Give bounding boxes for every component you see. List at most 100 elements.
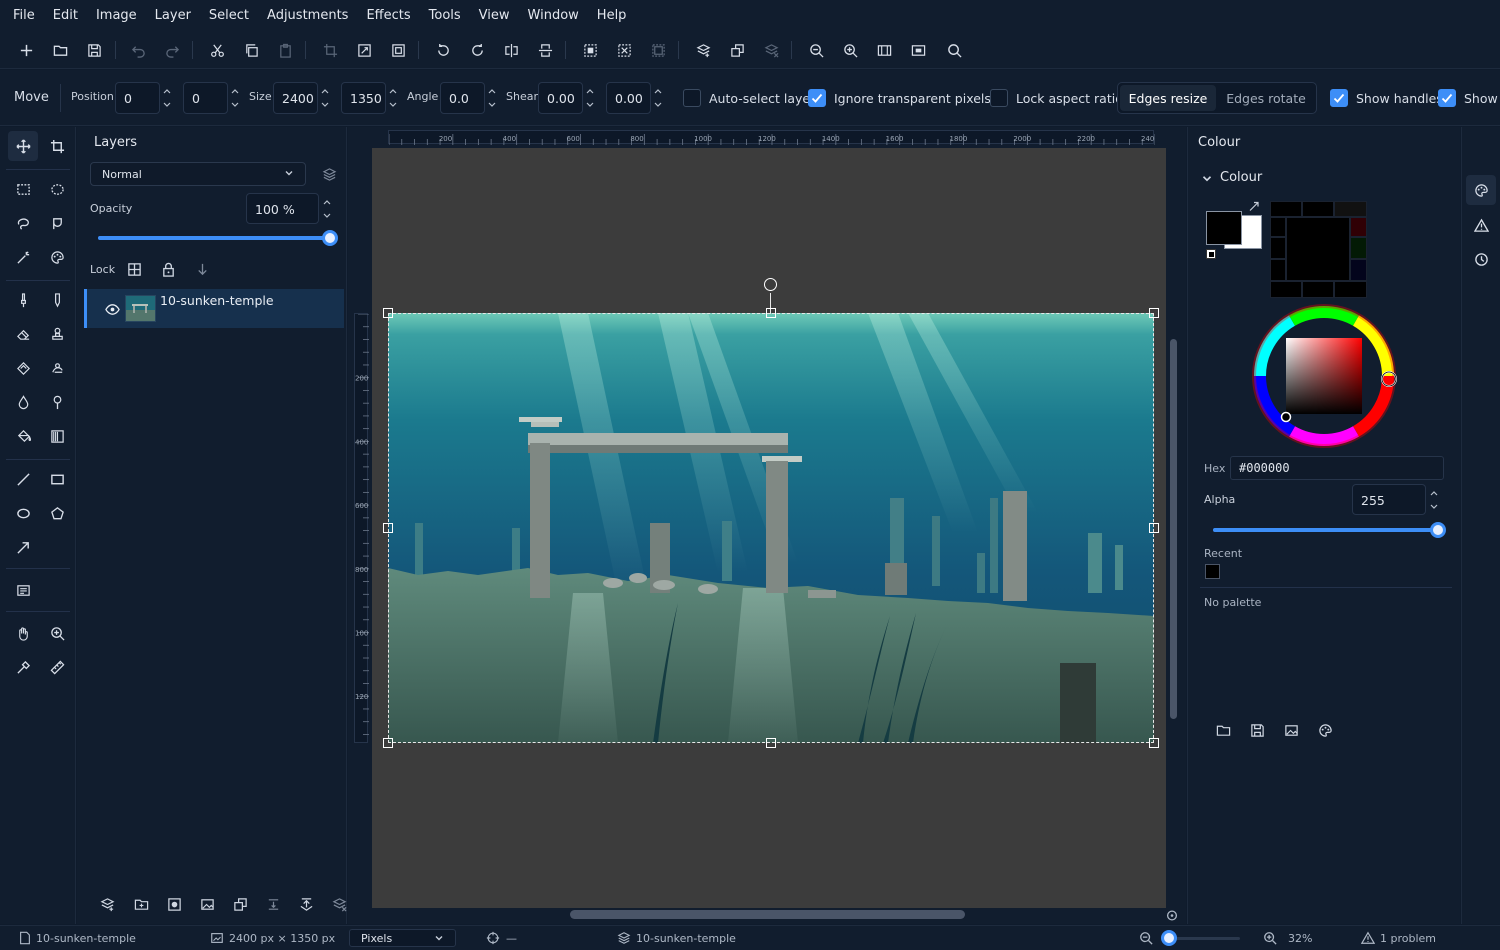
text-tool-icon[interactable]: [8, 575, 38, 605]
handle-bottom[interactable]: [766, 738, 776, 748]
units-select[interactable]: Pixels: [349, 929, 456, 947]
handle-top[interactable]: [766, 308, 776, 318]
palette-settings-icon[interactable]: [1316, 721, 1334, 739]
actual-size-icon[interactable]: [906, 38, 930, 62]
canvas-center-icon[interactable]: [1165, 908, 1179, 922]
duplicate-layer-icon[interactable]: [725, 38, 749, 62]
magnetic-lasso-icon[interactable]: [42, 208, 72, 238]
layer-mask-icon[interactable]: [165, 895, 183, 913]
redo-icon[interactable]: [160, 38, 184, 62]
vertical-scrollbar[interactable]: [1170, 339, 1177, 719]
menu-image[interactable]: Image: [87, 0, 146, 31]
size-height-input[interactable]: 1350: [341, 82, 386, 114]
ellipse-select-icon[interactable]: [42, 174, 72, 204]
palette-from-image-icon[interactable]: [1282, 721, 1300, 739]
handle-top-right[interactable]: [1149, 308, 1159, 318]
problems-tab-icon[interactable]: [1466, 210, 1496, 240]
menu-file[interactable]: File: [4, 0, 44, 31]
resize-image-icon[interactable]: [352, 38, 376, 62]
flip-horizontal-icon[interactable]: [499, 38, 523, 62]
menu-adjustments[interactable]: Adjustments: [258, 0, 357, 31]
delete-layer-button-icon[interactable]: [330, 895, 348, 913]
menu-select[interactable]: Select: [200, 0, 258, 31]
blur-drop-icon[interactable]: [8, 387, 38, 417]
undo-icon[interactable]: [126, 38, 150, 62]
layer-row[interactable]: 10-sunken-temple: [84, 289, 344, 328]
move-layer-up-icon[interactable]: [297, 895, 315, 913]
layer-properties-icon[interactable]: [320, 165, 338, 183]
show-extra-checkbox[interactable]: [1438, 89, 1456, 107]
color-wheel[interactable]: [1250, 302, 1398, 450]
menu-help[interactable]: Help: [588, 0, 636, 31]
save-icon[interactable]: [82, 38, 106, 62]
zoom-out-icon[interactable]: [1139, 931, 1153, 945]
auto-select-layer-checkbox[interactable]: [683, 89, 701, 107]
reset-colors-icon[interactable]: [1206, 249, 1216, 259]
lock-aspect-ratio-checkbox[interactable]: [990, 89, 1008, 107]
search-icon[interactable]: [942, 38, 966, 62]
rotate-ccw-icon[interactable]: [431, 38, 455, 62]
zoom-out-icon[interactable]: [804, 38, 828, 62]
warning-icon[interactable]: [1360, 931, 1376, 945]
rectangle-select-icon[interactable]: [8, 174, 38, 204]
alpha-input[interactable]: 255: [1352, 484, 1426, 515]
color-select-icon[interactable]: [42, 242, 72, 272]
menu-layer[interactable]: Layer: [146, 0, 200, 31]
edges-resize-option[interactable]: Edges resize: [1120, 85, 1216, 111]
status-problems[interactable]: 1 problem: [1380, 932, 1436, 945]
paste-icon[interactable]: [273, 38, 297, 62]
alpha-slider-knob[interactable]: [1430, 522, 1446, 538]
lasso-select-icon[interactable]: [8, 208, 38, 238]
duplicate-layer-button-icon[interactable]: [231, 895, 249, 913]
crop-selection-icon[interactable]: [318, 38, 342, 62]
menu-effects[interactable]: Effects: [357, 0, 419, 31]
resize-canvas-icon[interactable]: [386, 38, 410, 62]
eye-visibility-icon[interactable]: [103, 300, 121, 318]
line-tool-icon[interactable]: [8, 464, 38, 494]
arrow-tool-icon[interactable]: [8, 532, 38, 562]
blend-mode-select[interactable]: Normal: [90, 162, 306, 186]
eraser-icon[interactable]: [8, 319, 38, 349]
angle-stepper[interactable]: [487, 83, 501, 113]
position-y-input[interactable]: 0: [183, 82, 228, 114]
rotate-handle[interactable]: [764, 278, 777, 291]
menu-tools[interactable]: Tools: [420, 0, 470, 31]
shear-x-input[interactable]: 0.00: [538, 82, 583, 114]
ellipse-tool-icon[interactable]: [8, 498, 38, 528]
position-y-stepper[interactable]: [230, 83, 244, 113]
magic-wand-icon[interactable]: [8, 242, 38, 272]
save-palette-icon[interactable]: [1248, 721, 1266, 739]
select-all-icon[interactable]: [578, 38, 602, 62]
clone-stamp-icon[interactable]: [42, 319, 72, 349]
copy-icon[interactable]: [239, 38, 263, 62]
open-folder-icon[interactable]: [48, 38, 72, 62]
handle-bottom-right[interactable]: [1149, 738, 1159, 748]
menu-view[interactable]: View: [470, 0, 519, 31]
edges-rotate-option[interactable]: Edges rotate: [1218, 85, 1314, 111]
menu-edit[interactable]: Edit: [44, 0, 87, 31]
opacity-slider-knob[interactable]: [322, 230, 338, 246]
move-tool-icon[interactable]: [8, 131, 38, 161]
dodge-burn-icon[interactable]: [42, 387, 72, 417]
size-height-stepper[interactable]: [388, 83, 402, 113]
hand-pan-icon[interactable]: [8, 618, 38, 648]
recent-color-swatch[interactable]: [1205, 564, 1220, 579]
best-fit-icon[interactable]: [872, 38, 896, 62]
zoom-in-icon[interactable]: [1263, 931, 1277, 945]
position-x-input[interactable]: 0: [115, 82, 160, 114]
pencil-icon[interactable]: [42, 285, 72, 315]
menu-window[interactable]: Window: [519, 0, 588, 31]
deselect-icon[interactable]: [612, 38, 636, 62]
zoom-slider-knob[interactable]: [1161, 930, 1177, 946]
import-layer-icon[interactable]: [132, 895, 150, 913]
cut-icon[interactable]: [205, 38, 229, 62]
canvas-viewport[interactable]: [372, 148, 1166, 908]
shear-y-stepper[interactable]: [653, 83, 667, 113]
handle-left[interactable]: [383, 523, 393, 533]
primary-color-swatch[interactable]: [1206, 211, 1242, 245]
chevron-down-icon[interactable]: [1200, 169, 1214, 187]
color-picker-icon[interactable]: [8, 652, 38, 682]
invert-selection-icon[interactable]: [646, 38, 670, 62]
ruler-tool-icon[interactable]: [42, 652, 72, 682]
add-new-layer-icon[interactable]: [98, 895, 116, 913]
